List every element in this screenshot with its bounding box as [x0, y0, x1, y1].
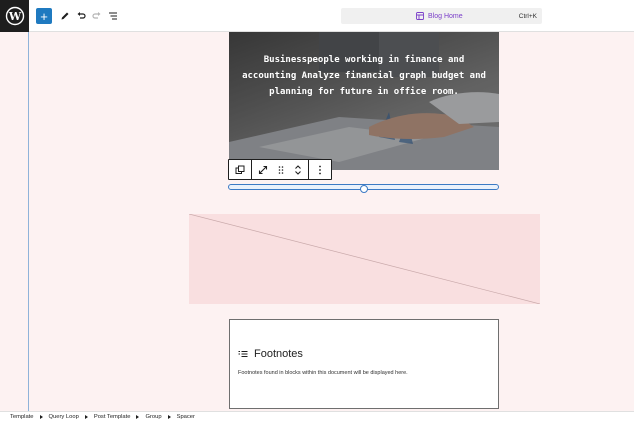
resize-handle[interactable]	[360, 185, 368, 193]
move-up-down-button[interactable]	[288, 160, 308, 179]
breadcrumb-item-query-loop[interactable]: Query Loop	[49, 414, 79, 420]
list-view-icon	[109, 12, 117, 20]
transform-button[interactable]	[229, 160, 251, 179]
footnotes-description: Footnotes found in blocks within this do…	[238, 370, 408, 376]
canvas-left-border	[28, 32, 29, 411]
footnotes-list-icon	[238, 351, 248, 357]
document-overview-button[interactable]	[105, 8, 121, 24]
more-options-icon	[319, 165, 321, 174]
duplicate-icon	[235, 165, 245, 174]
template-icon	[416, 12, 424, 20]
block-toolbar	[228, 159, 332, 180]
footnotes-block[interactable]: Footnotes Footnotes found in blocks with…	[229, 319, 499, 409]
breadcrumb-item-template[interactable]: Template	[10, 414, 34, 420]
pencil-icon	[61, 12, 69, 20]
breadcrumb-separator-icon	[167, 415, 171, 419]
breadcrumb-separator-icon	[39, 415, 43, 419]
plus-icon: +	[40, 8, 48, 24]
cover-image-block[interactable]: Businesspeople working in finance and ac…	[229, 32, 499, 170]
cover-caption[interactable]: Businesspeople working in finance and ac…	[235, 52, 493, 100]
add-block-button[interactable]: +	[36, 8, 52, 24]
footnotes-header: Footnotes	[238, 348, 303, 360]
block-options-button[interactable]	[309, 160, 331, 179]
command-palette-button[interactable]: Blog Home Ctrl+K	[341, 8, 542, 24]
footnotes-title: Footnotes	[254, 348, 303, 360]
breadcrumb-separator-icon	[136, 415, 140, 419]
command-template-name: Blog Home	[428, 12, 463, 20]
tools-button[interactable]	[57, 8, 73, 24]
expand-button[interactable]	[252, 160, 274, 179]
breadcrumb-separator-icon	[84, 415, 88, 419]
spacer-placeholder-diagonal	[189, 214, 540, 304]
redo-icon	[92, 12, 101, 19]
editor-header: W + Blog Home Ctrl+K	[0, 0, 634, 32]
wordpress-logo-icon[interactable]: W	[0, 0, 29, 32]
breadcrumb-item-spacer[interactable]: Spacer	[177, 414, 195, 420]
breadcrumb-item-post-template[interactable]: Post Template	[94, 414, 131, 420]
breadcrumb-item-group[interactable]: Group	[145, 414, 161, 420]
command-shortcut: Ctrl+K	[518, 12, 537, 20]
spacer-block[interactable]	[189, 214, 540, 304]
redo-button[interactable]	[89, 8, 105, 24]
drag-handle[interactable]	[274, 160, 288, 179]
expand-icon	[258, 165, 268, 174]
move-up-down-icon	[295, 164, 301, 175]
undo-icon	[77, 12, 86, 19]
undo-button[interactable]	[73, 8, 89, 24]
svg-text:W: W	[7, 10, 21, 23]
drag-handle-icon	[278, 165, 284, 174]
breadcrumb: Template Query Loop Post Template Group …	[0, 411, 634, 422]
